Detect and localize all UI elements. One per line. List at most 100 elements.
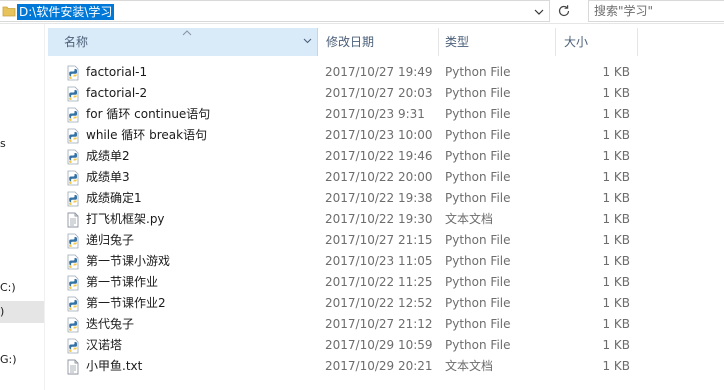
address-bar[interactable]: D:\软件安装\学习 (0, 0, 550, 22)
file-size: 1 KB (602, 338, 630, 352)
python-file-icon (65, 107, 81, 123)
python-file-icon (65, 296, 81, 312)
nav-item-drive-c[interactable]: C:) (0, 277, 44, 299)
address-path[interactable]: D:\软件安装\学习 (17, 4, 115, 20)
python-file-icon (65, 86, 81, 102)
file-name: 成绩确定1 (86, 191, 142, 205)
file-list: factorial-1 2017/10/27 19:49 Python File… (48, 62, 648, 377)
file-type: Python File (445, 317, 511, 331)
file-size: 1 KB (602, 296, 630, 310)
file-row[interactable]: 打飞机框架.py 2017/10/22 19:30 文本文档 1 KB (48, 209, 648, 230)
file-row[interactable]: 第一节课小游戏 2017/10/23 11:05 Python File 1 K… (48, 251, 648, 272)
file-type: Python File (445, 275, 511, 289)
folder-icon (2, 4, 16, 18)
file-date: 2017/10/27 21:12 (325, 317, 433, 331)
file-size: 1 KB (602, 317, 630, 331)
file-row[interactable]: 递归兔子 2017/10/27 21:15 Python File 1 KB (48, 230, 648, 251)
file-date: 2017/10/27 19:49 (325, 65, 433, 79)
file-size: 1 KB (602, 107, 630, 121)
file-date: 2017/10/22 19:38 (325, 191, 433, 205)
file-type: Python File (445, 86, 511, 100)
file-date: 2017/10/22 19:30 (325, 212, 433, 226)
file-type: Python File (445, 149, 511, 163)
file-row[interactable]: factorial-1 2017/10/27 19:49 Python File… (48, 62, 648, 83)
file-row[interactable]: 成绩单2 2017/10/22 19:46 Python File 1 KB (48, 146, 648, 167)
file-date: 2017/10/22 19:46 (325, 149, 433, 163)
file-size: 1 KB (602, 254, 630, 268)
python-file-icon (65, 149, 81, 165)
file-type: 文本文档 (445, 359, 494, 373)
nav-item-drive-g[interactable]: G:) (0, 349, 44, 371)
python-file-icon (65, 128, 81, 144)
file-row[interactable]: 迭代兔子 2017/10/27 21:12 Python File 1 KB (48, 314, 648, 335)
file-row[interactable]: 小甲鱼.txt 2017/10/29 20:21 文本文档 1 KB (48, 356, 648, 377)
refresh-icon[interactable] (552, 0, 576, 22)
file-type: Python File (445, 191, 511, 205)
python-file-icon (65, 191, 81, 207)
file-date: 2017/10/22 20:00 (325, 170, 433, 184)
file-type: 文本文档 (445, 212, 494, 226)
file-name: for 循环 continue语句 (86, 107, 211, 121)
file-date: 2017/10/23 10:00 (325, 128, 433, 142)
file-date: 2017/10/29 20:21 (325, 359, 433, 373)
file-type: Python File (445, 128, 511, 142)
nav-item-drive-d[interactable]: ) (0, 301, 44, 323)
python-file-icon (65, 275, 81, 291)
file-type: Python File (445, 233, 511, 247)
chevron-down-icon[interactable] (531, 3, 547, 20)
navigation-pane: s C:) ) G:) (0, 24, 45, 390)
file-size: 1 KB (602, 128, 630, 142)
file-size: 1 KB (602, 191, 630, 205)
file-type: Python File (445, 65, 511, 79)
column-header-name[interactable]: 名称 (48, 28, 318, 56)
file-size: 1 KB (602, 170, 630, 184)
file-size: 1 KB (602, 233, 630, 247)
file-row[interactable]: while 循环 break语句 2017/10/23 10:00 Python… (48, 125, 648, 146)
column-header-type-label: 类型 (445, 35, 470, 49)
search-input[interactable] (594, 2, 722, 20)
column-header-row: 名称 修改日期 类型 大小 (48, 28, 638, 56)
python-file-icon (65, 317, 81, 333)
file-date: 2017/10/27 20:03 (325, 86, 433, 100)
column-header-size[interactable]: 大小 (556, 28, 638, 56)
file-name: 第一节课作业 (86, 275, 159, 289)
python-file-icon (65, 170, 81, 186)
nav-item-0[interactable]: s (0, 133, 44, 155)
file-name: 成绩单3 (86, 170, 130, 184)
file-name: 迭代兔子 (86, 317, 135, 331)
file-row[interactable]: for 循环 continue语句 2017/10/23 9:31 Python… (48, 104, 648, 125)
file-type: Python File (445, 170, 511, 184)
file-name: 小甲鱼.txt (86, 359, 143, 373)
column-header-type[interactable]: 类型 (439, 28, 556, 56)
file-row[interactable]: 第一节课作业 2017/10/22 11:25 Python File 1 KB (48, 272, 648, 293)
file-size: 1 KB (602, 65, 630, 79)
file-type: Python File (445, 338, 511, 352)
file-type: Python File (445, 107, 511, 121)
file-row[interactable]: factorial-2 2017/10/27 20:03 Python File… (48, 83, 648, 104)
file-date: 2017/10/27 21:15 (325, 233, 433, 247)
text-file-icon (65, 359, 81, 375)
column-header-name-label: 名称 (64, 35, 89, 49)
python-file-icon (65, 254, 81, 270)
chevron-down-icon[interactable] (303, 28, 312, 56)
file-size: 1 KB (602, 212, 630, 226)
python-file-icon (65, 65, 81, 81)
file-date: 2017/10/23 11:05 (325, 254, 433, 268)
file-row[interactable]: 成绩单3 2017/10/22 20:00 Python File 1 KB (48, 167, 648, 188)
file-name: factorial-1 (86, 65, 148, 79)
file-date: 2017/10/29 10:59 (325, 338, 433, 352)
search-box[interactable] (588, 0, 724, 22)
file-name: 成绩单2 (86, 149, 130, 163)
file-row[interactable]: 汉诺塔 2017/10/29 10:59 Python File 1 KB (48, 335, 648, 356)
toolbar: D:\软件安装\学习 (0, 0, 724, 24)
python-file-icon (65, 233, 81, 249)
file-size: 1 KB (602, 86, 630, 100)
file-type: Python File (445, 254, 511, 268)
file-size: 1 KB (602, 359, 630, 373)
file-name: 第一节课小游戏 (86, 254, 171, 268)
file-row[interactable]: 第一节课作业2 2017/10/22 12:52 Python File 1 K… (48, 293, 648, 314)
column-header-date[interactable]: 修改日期 (318, 28, 439, 56)
file-name: factorial-2 (86, 86, 148, 100)
file-row[interactable]: 成绩确定1 2017/10/22 19:38 Python File 1 KB (48, 188, 648, 209)
column-header-date-label: 修改日期 (326, 35, 375, 49)
